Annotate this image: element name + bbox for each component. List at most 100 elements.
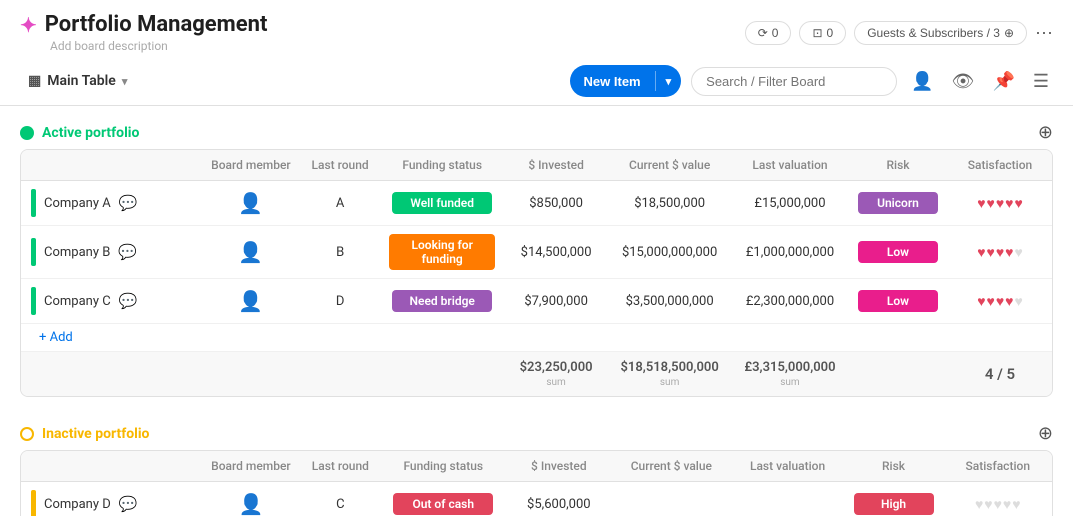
table-icon: ▦ [28,73,41,89]
toolbar-left: ▦ Main Table ▾ [20,69,135,93]
chevron-down-icon: ▾ [122,75,128,88]
table-label: Main Table [47,73,116,89]
current-value-cell [611,482,732,517]
table-selector[interactable]: ▦ Main Table ▾ [20,69,135,93]
last-round-cell: D [301,279,380,324]
funding-status-badge[interactable]: Well funded [392,192,492,214]
toolbar-right: New Item ▾ 👤 👁 📌 ☰ [570,65,1053,97]
add-row-label[interactable]: + Add [21,324,1052,352]
satisfaction-cell: ♥♥♥♥♥ [948,279,1052,324]
more-options-button[interactable]: ··· [1035,22,1053,43]
risk-cell[interactable]: Low [848,279,948,324]
company-name-cell: Company C 💬 [21,279,201,324]
app-title: Portfolio Management [45,12,268,37]
avatar-icon: 👤 [238,289,263,313]
guests-button[interactable]: Guests & Subscribers / 3 ⊕ [854,21,1027,45]
new-item-button[interactable]: New Item ▾ [570,65,682,97]
col-invested-header-inactive: $ Invested [507,451,611,482]
add-row[interactable]: + Add [21,324,1052,352]
pin-icon-button[interactable]: 📌 [988,69,1018,94]
group-active-add-button[interactable]: ⊕ [1038,122,1053,143]
funding-status-cell[interactable]: Need bridge [379,279,504,324]
funding-status-badge[interactable]: Looking for funding [389,234,494,270]
active-table-container: Board member Last round Funding status $… [20,149,1053,397]
automations-button[interactable]: ⟳ 0 [745,21,792,45]
table-row[interactable]: Company C 💬 👤 D Need bridge $7,900,000 $… [21,279,1052,324]
funding-status-cell[interactable]: Out of cash [380,482,507,517]
table-row[interactable]: Company A 💬 👤 A Well funded $850,000 $18… [21,181,1052,226]
satisfaction-cell: ♥♥♥♥♥ [944,482,1052,517]
invested-cell: $5,600,000 [507,482,611,517]
chat-icon[interactable]: 💬 [118,243,137,261]
col-board-header: Board member [201,150,301,181]
integrations-button[interactable]: ⊡ 0 [799,21,846,45]
eye-icon-button[interactable]: 👁 [948,69,979,94]
search-input[interactable] [691,67,897,96]
toolbar: ▦ Main Table ▾ New Item ▾ 👤 👁 📌 ☰ [0,57,1073,106]
risk-badge[interactable]: Low [858,290,938,312]
col-name-header-inactive [21,451,201,482]
funding-status-badge[interactable]: Out of cash [393,493,493,515]
automations-count: 0 [772,26,779,40]
chat-icon[interactable]: 💬 [119,495,138,513]
company-name: Company C [44,294,111,309]
risk-cell[interactable]: High [844,482,944,517]
sum-row: $23,250,000sum $18,518,500,000sum £3,315… [21,352,1052,397]
table-row[interactable]: Company D 💬 👤 C Out of cash $5,600,000 H… [21,482,1052,517]
col-risk-header-inactive: Risk [844,451,944,482]
company-name-cell: Company D 💬 [21,482,201,517]
col-round-header-inactive: Last round [301,451,380,482]
active-table: Board member Last round Funding status $… [21,150,1052,396]
col-invested-header: $ Invested [505,150,607,181]
active-table-body: Company A 💬 👤 A Well funded $850,000 $18… [21,181,1052,397]
inactive-table: Board member Last round Funding status $… [21,451,1052,516]
group-active-header: Active portfolio ⊕ [20,116,1053,149]
col-current-header: Current $ value [607,150,732,181]
col-risk-header: Risk [848,150,948,181]
sum-valuation: £3,315,000,000 [742,360,838,375]
col-round-header: Last round [301,150,380,181]
risk-cell[interactable]: Low [848,226,948,279]
col-name-header [21,150,201,181]
avatar-icon: 👤 [238,240,263,264]
col-sat-header: Satisfaction [948,150,1052,181]
group-active-dot [20,126,34,140]
guests-label: Guests & Subscribers / 3 [867,26,1000,40]
chat-icon[interactable]: 💬 [119,292,138,310]
app-icon: ✦ [20,13,37,37]
filter-icon-button[interactable]: ☰ [1029,69,1053,94]
inactive-table-header: Board member Last round Funding status $… [21,451,1052,482]
row-color-bar [31,189,36,217]
board-member-cell: 👤 [201,482,301,517]
active-table-header: Board member Last round Funding status $… [21,150,1052,181]
risk-cell[interactable]: Unicorn [848,181,948,226]
last-valuation-cell: £2,300,000,000 [732,279,848,324]
user-icon-button[interactable]: 👤 [907,69,937,94]
col-sat-header-inactive: Satisfaction [944,451,1052,482]
risk-badge[interactable]: Low [858,241,938,263]
invite-icon: ⊕ [1004,26,1014,40]
company-name: Company B [44,245,110,260]
satisfaction-cell: ♥♥♥♥♥ [948,226,1052,279]
last-valuation-cell: £15,000,000 [732,181,848,226]
funding-status-cell[interactable]: Well funded [379,181,504,226]
group-inactive-header: Inactive portfolio ⊕ [20,417,1053,450]
automations-icon: ⟳ [758,26,768,40]
sum-current: $18,518,500,000 [617,360,722,375]
new-item-dropdown-arrow[interactable]: ▾ [656,75,682,88]
board-member-cell: 👤 [201,181,301,226]
board-member-cell: 👤 [201,226,301,279]
integrations-count: 0 [827,26,834,40]
sum-satisfaction: 4 / 5 [985,365,1015,383]
invested-cell: $7,900,000 [505,279,607,324]
table-row[interactable]: Company B 💬 👤 B Looking for funding $14,… [21,226,1052,279]
risk-badge[interactable]: Unicorn [858,192,938,214]
group-inactive-add-button[interactable]: ⊕ [1038,423,1053,444]
funding-status-badge[interactable]: Need bridge [392,290,492,312]
main-content: Active portfolio ⊕ Board member Last rou… [0,106,1073,516]
funding-status-cell[interactable]: Looking for funding [379,226,504,279]
chat-icon[interactable]: 💬 [119,194,138,212]
risk-badge[interactable]: High [854,493,934,515]
board-description[interactable]: Add board description [20,39,267,53]
group-inactive-label: Inactive portfolio [42,426,149,442]
